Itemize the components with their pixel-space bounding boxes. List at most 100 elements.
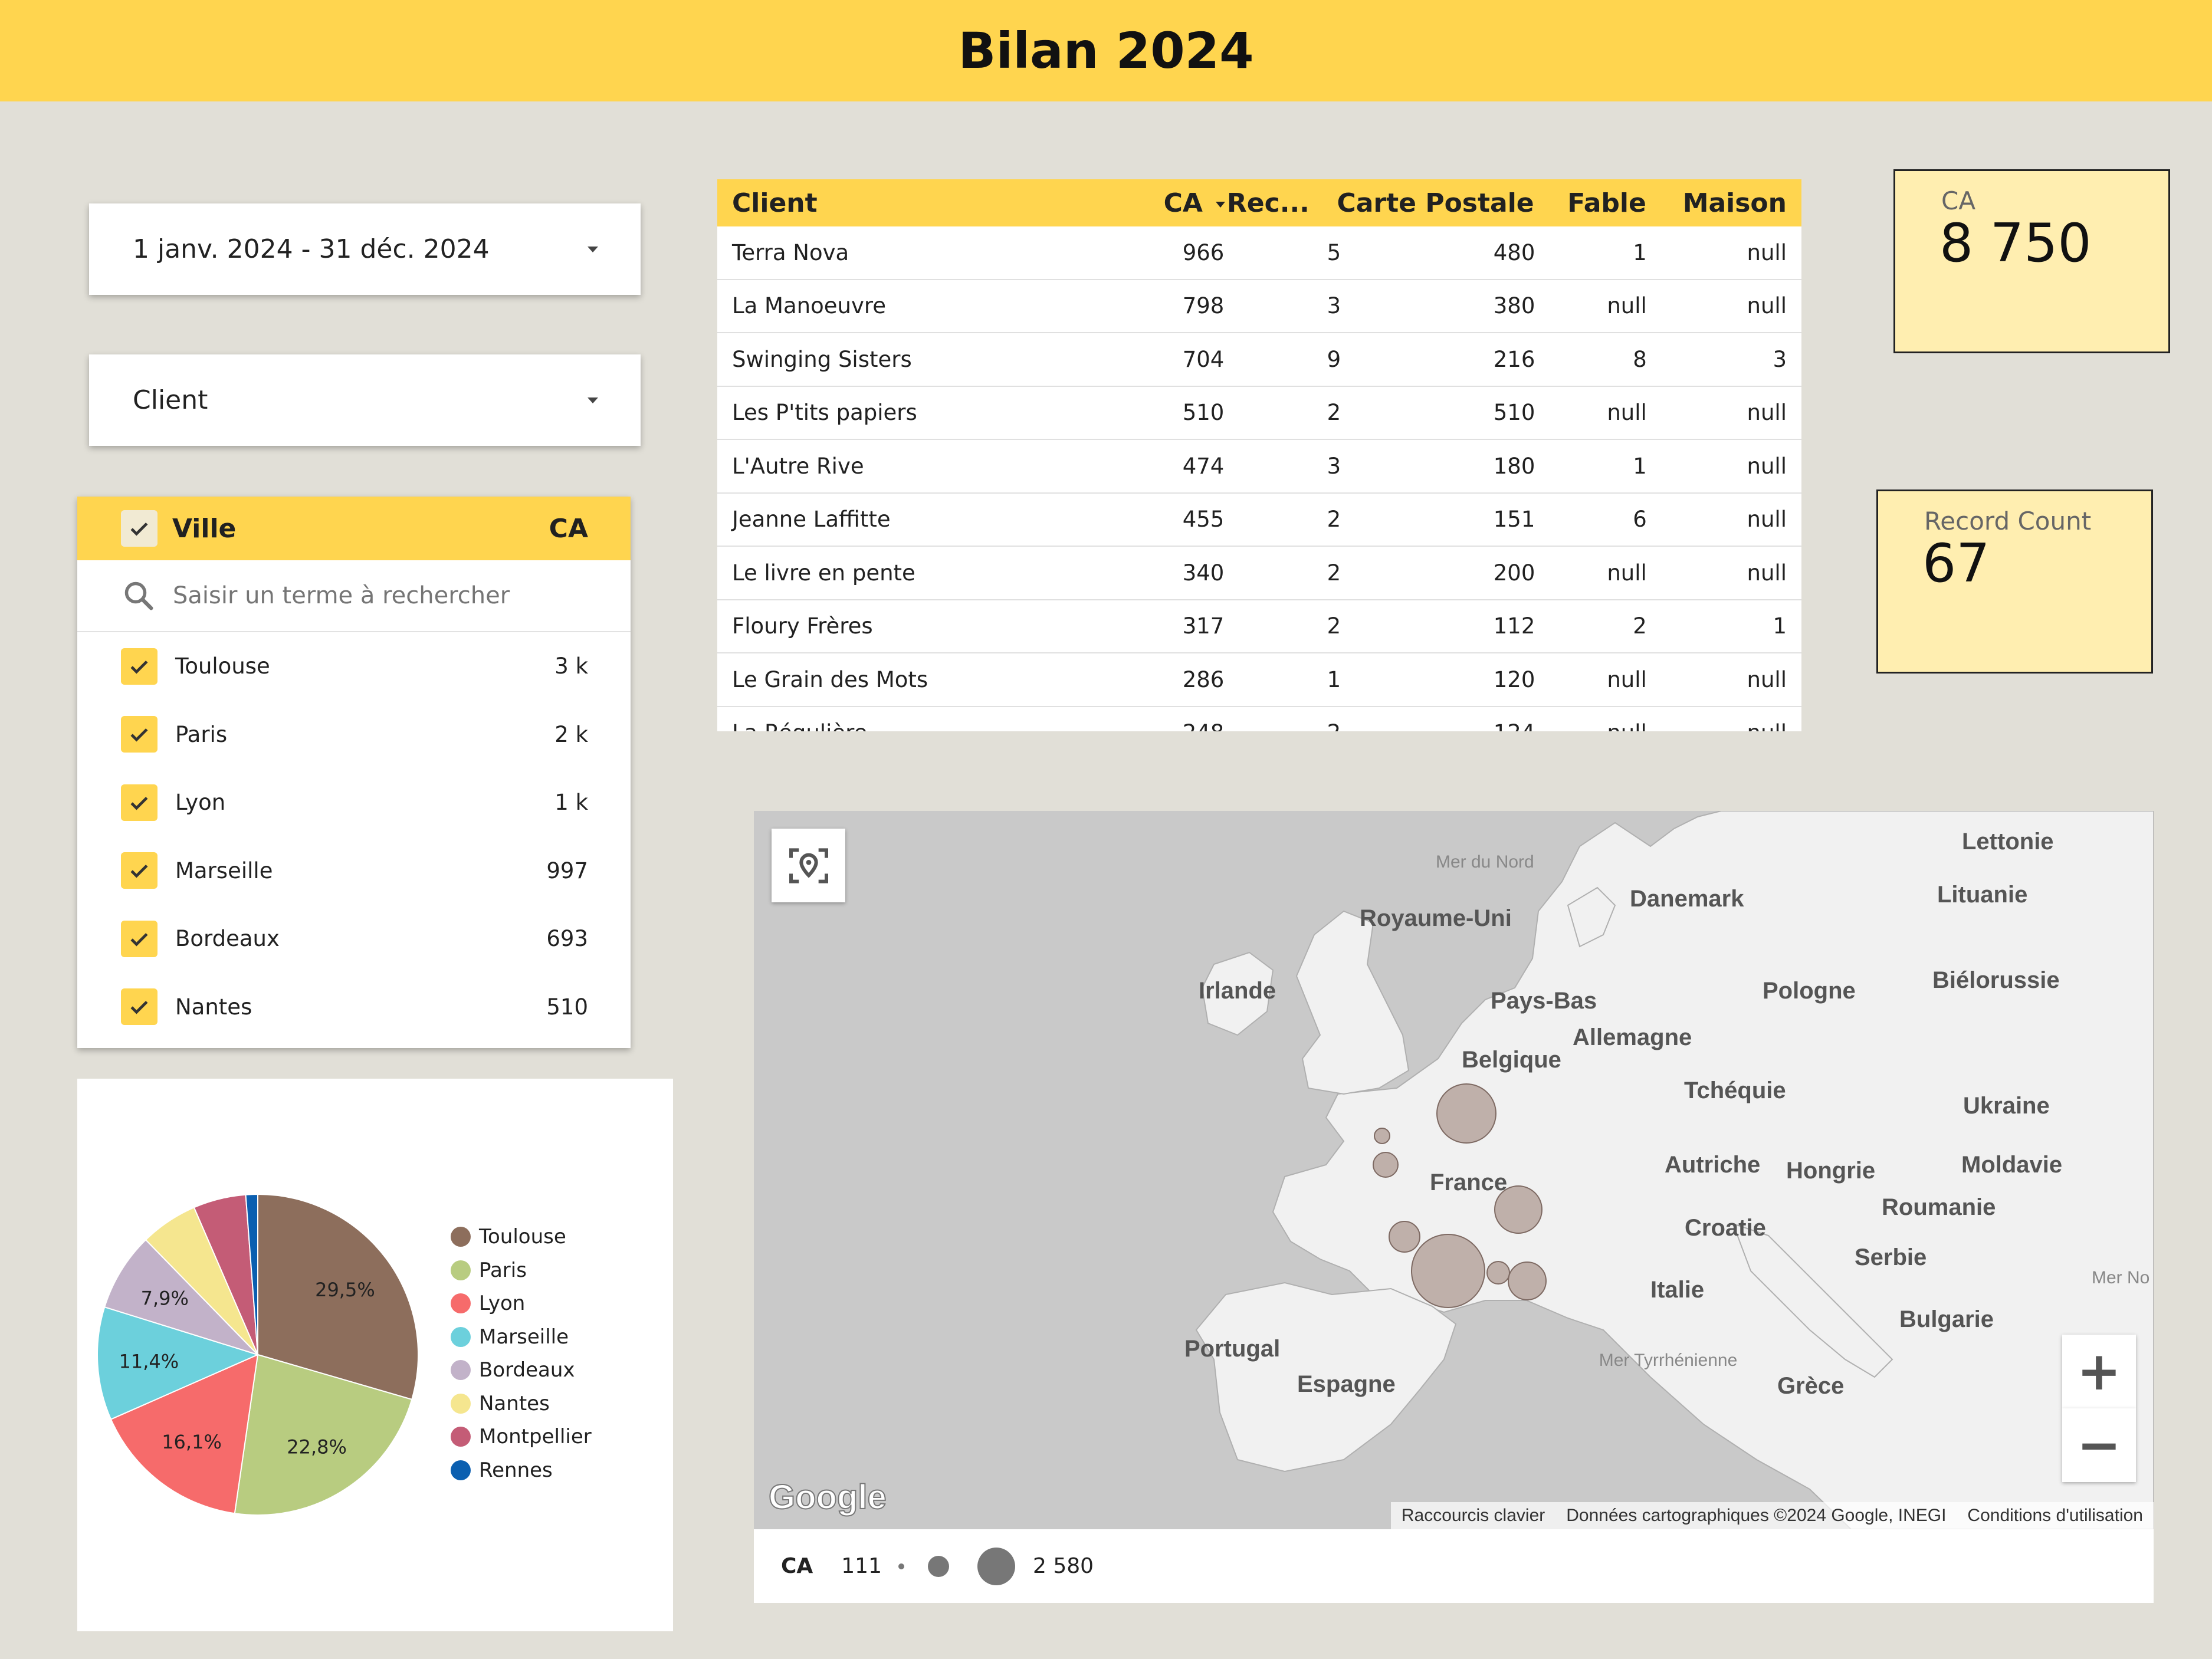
item-checkbox[interactable] — [121, 988, 157, 1026]
pie-data-label: 29,5% — [315, 1279, 375, 1301]
column-header-ca[interactable]: CA — [1039, 188, 1248, 218]
item-checkbox[interactable] — [121, 920, 157, 957]
item-checkbox[interactable] — [121, 852, 157, 889]
scorecard-ca: CA 8 750 — [1893, 169, 2170, 353]
list-item[interactable]: Nantes 510 — [77, 973, 631, 1042]
cell-fable: 1 — [1633, 453, 1647, 479]
cell-client: Floury Frères — [732, 613, 873, 639]
ville-search-field[interactable]: Saisir un terme à rechercher — [77, 560, 631, 632]
ville-value: 3 k — [554, 653, 588, 679]
legend-swatch — [451, 1227, 471, 1247]
legend-item[interactable]: Marseille — [451, 1325, 569, 1349]
zoom-in-button[interactable]: + — [2062, 1335, 2136, 1408]
client-filter-dropdown[interactable]: Client — [89, 354, 641, 446]
column-header-client[interactable]: Client — [717, 188, 1039, 218]
cell-rec: 2 — [1327, 613, 1341, 639]
item-checkbox[interactable] — [121, 648, 157, 685]
ville-filter-header: Ville CA — [77, 497, 631, 560]
map-label: Hongrie — [1786, 1158, 1876, 1184]
cell-fable: 8 — [1633, 346, 1647, 372]
legend-item[interactable]: Toulouse — [451, 1225, 566, 1249]
legend-item[interactable]: Montpellier — [451, 1425, 592, 1448]
check-icon — [130, 1001, 148, 1014]
table-row[interactable]: Les P'tits papiers 510 2 510 null null — [717, 387, 1801, 440]
cell-ca: 248 — [1038, 720, 1248, 731]
column-header-maison[interactable]: Maison — [1646, 188, 1801, 218]
map-bubble — [1486, 1261, 1510, 1285]
cell-rec: 3 — [1327, 453, 1341, 479]
table-row[interactable]: L'Autre Rive 474 3 180 1 null — [717, 440, 1801, 494]
check-icon — [130, 932, 148, 947]
list-item[interactable]: Paris 2 k — [77, 701, 631, 769]
legend-max-value: 2 580 — [1033, 1554, 1094, 1578]
pie-data-label: 16,1% — [162, 1431, 222, 1453]
table-row[interactable]: Le Grain des Mots 286 1 120 null null — [717, 653, 1801, 707]
legend-large-bubble — [977, 1547, 1015, 1585]
legend-min-value: 111 — [841, 1554, 882, 1578]
legend-item[interactable]: Paris — [451, 1259, 527, 1282]
item-checkbox[interactable] — [121, 716, 157, 753]
table-row[interactable]: Le livre en pente 340 2 200 null null — [717, 547, 1801, 600]
cell-maison: null — [1747, 666, 1787, 692]
map-label: Autriche — [1665, 1152, 1761, 1178]
cell-maison: null — [1747, 239, 1787, 265]
terms-link[interactable]: Conditions d'utilisation — [1957, 1506, 2154, 1526]
map-label: Portugal — [1184, 1336, 1281, 1362]
legend-label: Montpellier — [479, 1425, 592, 1448]
cell-rec: 1 — [1327, 666, 1341, 692]
cell-carte-postale: 380 — [1493, 293, 1535, 319]
legend-item[interactable]: Lyon — [451, 1292, 525, 1315]
cell-rec: 5 — [1327, 239, 1341, 265]
pie-chart-panel: 29,5% 22,8% 16,1% 11,4% 7,9% Toulouse Paris Ly… — [77, 1079, 673, 1631]
scorecard-ca-label: CA — [1941, 186, 1976, 215]
map-canvas[interactable]: Mer du Nord Royaume-Uni Danemark Lettonie Li… — [754, 811, 2154, 1529]
map-label: Mer du Nord — [1436, 852, 1534, 872]
item-checkbox[interactable] — [121, 784, 157, 821]
cell-client: La Régulière — [717, 720, 1038, 731]
client-filter-label: Client — [133, 385, 208, 415]
cell-maison: null — [1747, 400, 1787, 426]
map-data-credit: Données cartographiques ©2024 Google, IN… — [1566, 1506, 1947, 1525]
minus-icon: − — [2076, 1414, 2122, 1476]
column-header-rec[interactable]: Rec... — [1227, 188, 1334, 218]
bubble-map-panel: Mer du Nord Royaume-Uni Danemark Lettonie Li… — [754, 811, 2154, 1603]
map-label: Roumanie — [1882, 1194, 1996, 1220]
locate-button[interactable] — [772, 829, 845, 902]
legend-item[interactable]: Rennes — [451, 1458, 553, 1482]
map-bubble — [1389, 1221, 1420, 1253]
table-row[interactable]: Jeanne Laffitte 455 2 151 6 null — [717, 494, 1801, 547]
column-header-carte-postale[interactable]: Carte Postale — [1334, 188, 1534, 218]
list-item[interactable]: Marseille 997 — [77, 837, 631, 905]
keyboard-shortcuts-link[interactable]: Raccourcis clavier — [1391, 1506, 1555, 1526]
map-bubble — [1374, 1128, 1390, 1144]
map-label: Belgique — [1462, 1047, 1561, 1073]
table-row[interactable]: Floury Frères 317 2 112 2 1 — [717, 600, 1801, 653]
list-item[interactable]: Bordeaux 693 — [77, 905, 631, 973]
legend-metric: CA — [781, 1554, 813, 1578]
list-item[interactable]: Lyon 1 k — [77, 768, 631, 837]
zoom-out-button[interactable]: − — [2062, 1408, 2136, 1482]
legend-item[interactable]: Bordeaux — [451, 1358, 575, 1382]
cell-carte-postale: 120 — [1493, 666, 1535, 692]
cell-maison: null — [1647, 720, 1801, 731]
table-row[interactable]: La Manoeuvre 798 3 380 null null — [717, 280, 1801, 333]
cell-fable: null — [1607, 666, 1647, 692]
ville-value: 1 k — [554, 790, 588, 816]
ville-name: Marseille — [175, 858, 273, 883]
legend-medium-bubble — [928, 1555, 949, 1577]
legend-item[interactable]: Nantes — [451, 1392, 550, 1415]
date-range-dropdown[interactable]: 1 janv. 2024 - 31 déc. 2024 — [89, 203, 641, 295]
table-row[interactable]: Swinging Sisters 704 9 216 8 3 — [717, 333, 1801, 387]
cell-ca: 286 — [1182, 666, 1225, 692]
page-title: Bilan 2024 — [958, 22, 1254, 80]
map-size-legend: CA 111 2 580 — [754, 1529, 2154, 1603]
table-row[interactable]: La Régulière2482124nullnull — [717, 707, 1801, 731]
cell-ca: 474 — [1182, 453, 1225, 479]
list-item[interactable]: Toulouse 3 k — [77, 632, 631, 701]
ville-name: Lyon — [175, 790, 226, 816]
legend-label: Toulouse — [479, 1225, 566, 1249]
table-row[interactable]: Terra Nova 966 5 480 1 null — [717, 226, 1801, 280]
select-all-checkbox[interactable] — [121, 510, 157, 547]
column-header-fable[interactable]: Fable — [1534, 188, 1646, 218]
cell-fable: null — [1607, 560, 1647, 586]
